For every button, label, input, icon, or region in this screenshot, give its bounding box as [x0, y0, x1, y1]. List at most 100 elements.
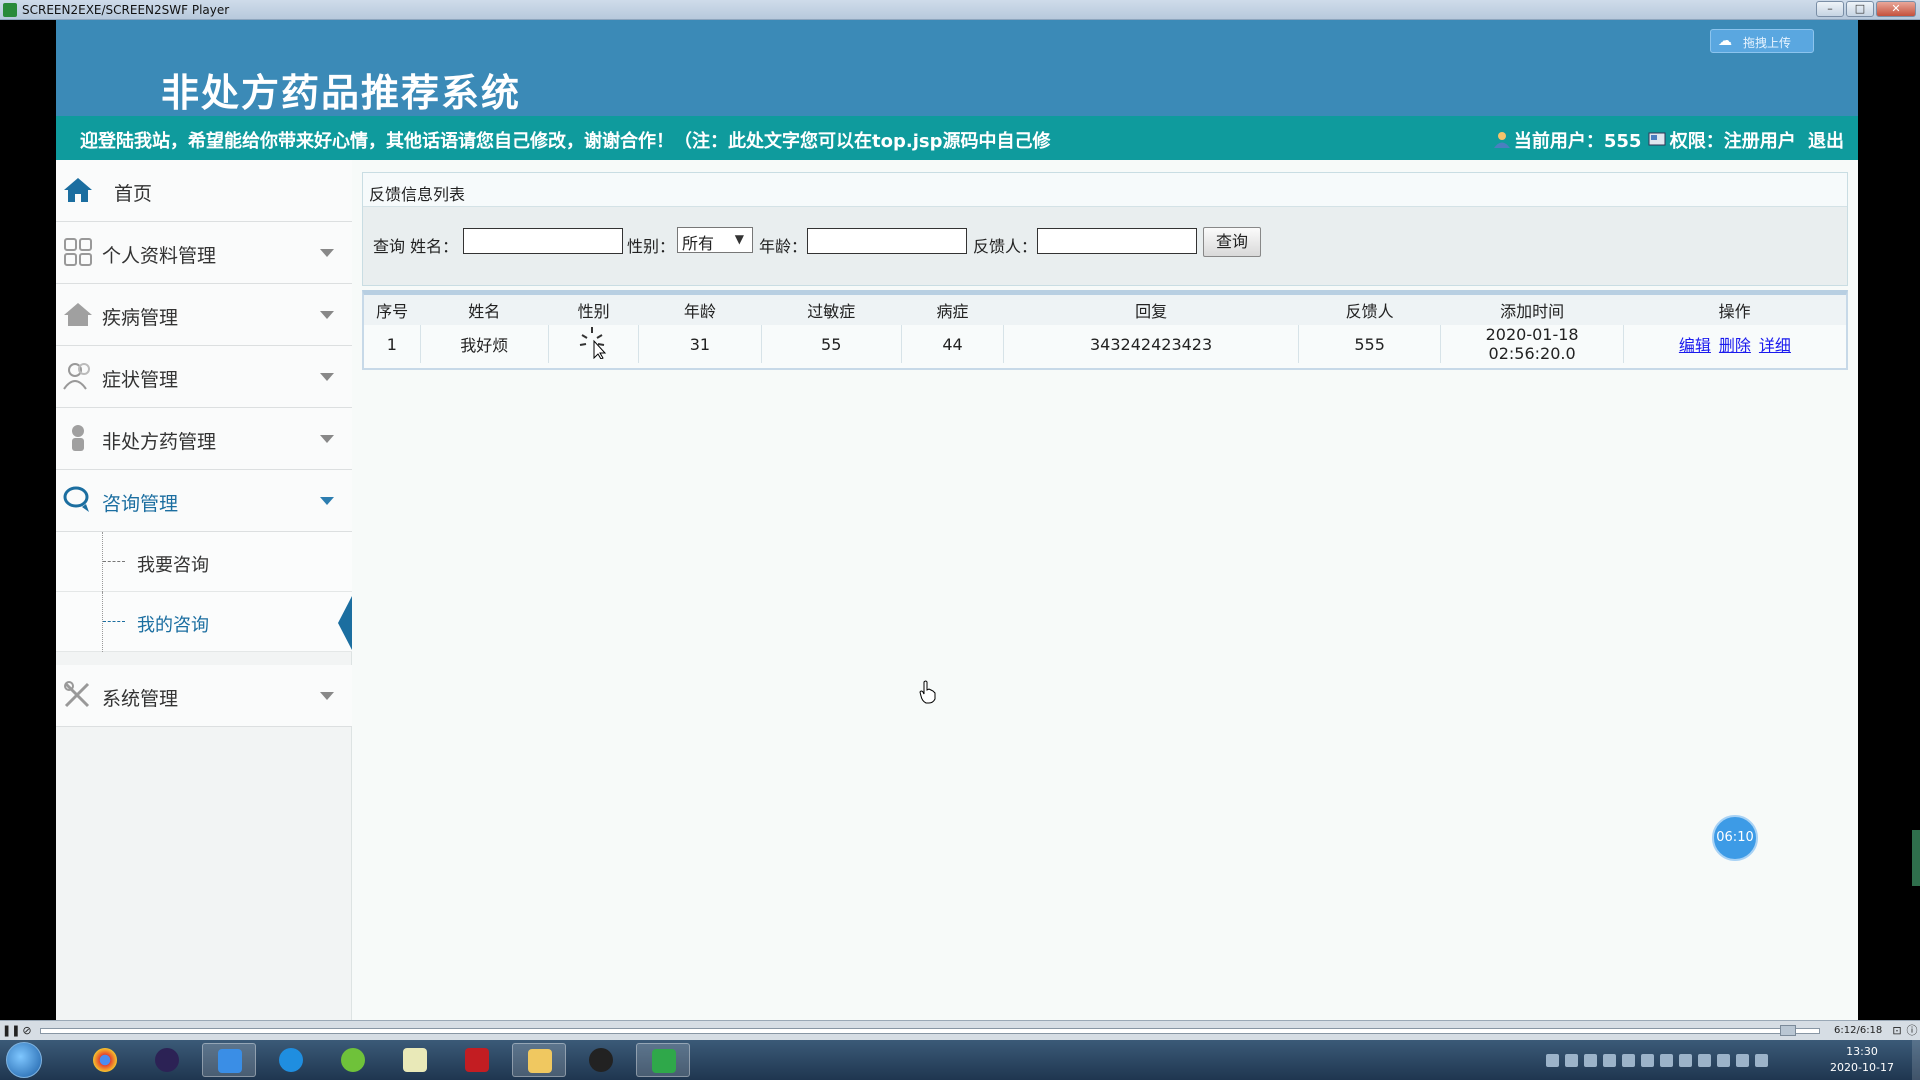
sidebar-item-home[interactable]: 首页	[56, 160, 352, 222]
cell-allergy: 55	[760, 325, 902, 363]
detail-link[interactable]: 详细	[1759, 336, 1791, 355]
column-header: 序号	[364, 295, 421, 325]
clock-date: 2020-10-17	[1830, 1061, 1894, 1074]
pause-button[interactable]: ❚❚	[2, 1024, 20, 1038]
hand-cursor-icon	[919, 680, 936, 704]
info-button[interactable]: ⓘ	[1905, 1024, 1919, 1038]
edit-link[interactable]: 编辑	[1679, 336, 1711, 355]
sidebar-item-profile[interactable]: 个人资料管理	[56, 222, 352, 284]
seek-thumb[interactable]	[1780, 1025, 1796, 1036]
minimize-button[interactable]: –	[1816, 1, 1844, 17]
gender-selected-value: 所有	[682, 234, 715, 253]
sidebar-item-symptom[interactable]: 症状管理	[56, 346, 352, 408]
users-icon	[63, 363, 90, 390]
tray-icon[interactable]	[1546, 1054, 1559, 1067]
role-label: 权限：	[1669, 131, 1724, 152]
tray-icon[interactable]	[1584, 1054, 1597, 1067]
taskbar-chrome[interactable]	[78, 1043, 132, 1077]
system-tray	[1546, 1052, 1774, 1068]
tray-icon[interactable]	[1717, 1054, 1730, 1067]
tray-icon[interactable]	[1641, 1054, 1654, 1067]
sidebar-item-disease[interactable]: 疾病管理	[56, 284, 352, 346]
player-logo-icon	[3, 3, 17, 17]
window-title: SCREEN2EXE/SCREEN2SWF Player	[22, 3, 230, 17]
sidebar-item-system[interactable]: 系统管理	[56, 665, 352, 727]
upload-button[interactable]: ☁ 拖拽上传	[1710, 29, 1814, 53]
query-button[interactable]: 查询	[1203, 227, 1261, 257]
feedback-person-input[interactable]	[1037, 228, 1197, 254]
taskbar-screen2exe[interactable]	[636, 1043, 690, 1077]
taskbar-notepad[interactable]	[388, 1043, 442, 1077]
tray-icon[interactable]	[1603, 1054, 1616, 1067]
grid-icon	[64, 238, 92, 266]
panel-header: 反馈信息列表	[363, 173, 1847, 207]
column-header: 回复	[1003, 295, 1299, 325]
tray-icon[interactable]	[1565, 1054, 1578, 1067]
show-desktop-button[interactable]	[1912, 1040, 1920, 1080]
upload-label: 拖拽上传	[1743, 36, 1792, 50]
current-user: 555	[1603, 131, 1642, 152]
taskbar-qq[interactable]	[574, 1043, 628, 1077]
tray-icon[interactable]	[1755, 1054, 1768, 1067]
recording-timer: 06:10	[1712, 815, 1758, 861]
name-input[interactable]	[463, 228, 623, 254]
seek-bar[interactable]	[40, 1028, 1820, 1034]
system-title: 非处方药品推荐系统	[161, 70, 522, 115]
gender-select[interactable]: 所有 ▼	[677, 227, 753, 253]
age-label: 年龄：	[759, 237, 808, 256]
taskbar-explorer[interactable]	[512, 1043, 566, 1077]
tray-icon[interactable]	[1736, 1054, 1749, 1067]
sidebar-subitem-my-consult[interactable]: 我的咨询	[56, 592, 352, 652]
taskbar-flash[interactable]	[450, 1043, 504, 1077]
maximize-button[interactable]: □	[1846, 1, 1874, 17]
sidebar-item-consult[interactable]: 咨询管理	[56, 470, 352, 532]
taskbar-baidu-cloud[interactable]	[202, 1043, 256, 1077]
cell-gender	[547, 325, 639, 363]
column-header: 姓名	[420, 295, 549, 325]
tray-icon[interactable]	[1660, 1054, 1673, 1067]
role-value: 注册用户	[1723, 131, 1796, 152]
tools-icon	[64, 681, 90, 708]
sidebar-subitem-ask[interactable]: 我要咨询	[56, 532, 352, 592]
sidebar-item-label: 非处方药管理	[102, 431, 217, 453]
sidebar-subitem-label: 我要咨询	[137, 555, 209, 576]
notice-marquee: 迎登陆我站，希望能给你带来好心情，其他话语请您自己修改，谢谢合作！（注：此处文字…	[80, 131, 1051, 152]
taskbar-360[interactable]	[326, 1043, 380, 1077]
column-header: 性别	[548, 295, 639, 325]
column-header: 过敏症	[761, 295, 902, 325]
panel-title: 反馈信息列表	[369, 185, 466, 204]
person-icon	[72, 425, 84, 451]
sidebar-item-label: 首页	[114, 183, 153, 205]
sidebar-item-otc[interactable]: 非处方药管理	[56, 408, 352, 470]
table-row: 1 我好烦 31 55 44 343242423423 555 2020-01-…	[364, 325, 1846, 363]
taskbar: 13:30 2020-10-17	[0, 1040, 1920, 1080]
chevron-down-icon	[320, 435, 334, 443]
notice-bar: 迎登陆我站，希望能给你带来好心情，其他话语请您自己修改，谢谢合作！（注：此处文字…	[56, 116, 1858, 160]
fullscreen-button[interactable]: ⊡	[1890, 1024, 1904, 1038]
qq-browser-icon	[279, 1048, 303, 1072]
age-input[interactable]	[807, 228, 967, 254]
screen2exe-icon	[652, 1049, 676, 1073]
delete-link[interactable]: 删除	[1719, 336, 1751, 355]
explorer-icon	[528, 1049, 552, 1073]
stop-button[interactable]: ⊘	[20, 1024, 34, 1038]
start-button[interactable]	[6, 1042, 42, 1078]
tray-icon[interactable]	[1698, 1054, 1711, 1067]
taskbar-qq-browser[interactable]	[264, 1043, 318, 1077]
tray-icon[interactable]	[1622, 1054, 1635, 1067]
logout-link[interactable]: 退出	[1808, 131, 1844, 152]
taskbar-eclipse[interactable]	[140, 1043, 194, 1077]
tray-icon[interactable]	[1679, 1054, 1692, 1067]
active-indicator-icon	[338, 596, 352, 650]
chevron-down-icon: ▼	[734, 232, 744, 246]
column-header: 病症	[901, 295, 1004, 325]
cell-operations: 编辑 删除 详细	[1622, 325, 1846, 363]
close-button[interactable]: ✕	[1876, 1, 1916, 17]
taskbar-clock[interactable]: 13:30 2020-10-17	[1820, 1044, 1904, 1076]
sidebar: 首页 个人资料管理 疾病管理 症状管理 非处方药管理 咨询管理 我要咨询 我的咨…	[56, 160, 352, 1020]
sidebar-item-label: 症状管理	[102, 369, 179, 391]
chevron-down-icon	[320, 497, 334, 505]
chevron-down-icon	[320, 249, 334, 257]
header: 非处方药品推荐系统 ☁ 拖拽上传	[56, 20, 1858, 116]
home-icon	[64, 178, 92, 202]
